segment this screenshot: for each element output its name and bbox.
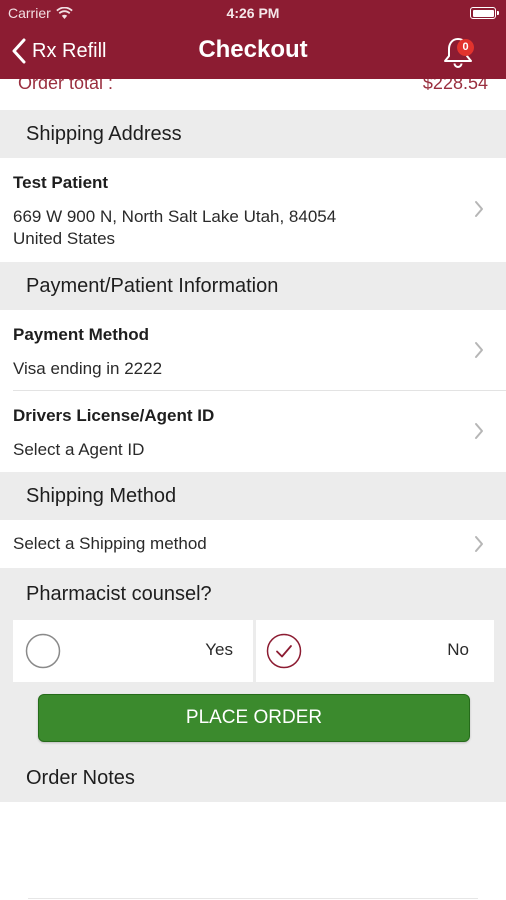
counsel-yes-label: Yes	[205, 640, 233, 659]
pharmacist-counsel-label: Pharmacist counsel?	[26, 582, 212, 605]
bottom-divider	[28, 898, 478, 899]
payment-header-label: Payment/Patient Information	[26, 274, 279, 297]
drivers-license-row[interactable]: Drivers License/Agent ID Select a Agent …	[0, 391, 506, 472]
payment-header: Payment/Patient Information	[0, 262, 506, 310]
counsel-yes-option[interactable]: Yes	[13, 620, 253, 682]
notification-badge: 0	[457, 39, 474, 56]
status-bar: Carrier 4:26 PM	[0, 0, 506, 26]
shipping-address-header: Shipping Address	[0, 110, 506, 158]
address-line-2: United States	[13, 229, 116, 248]
pharmacist-counsel-header: Pharmacist counsel?	[0, 568, 506, 620]
drivers-license-value: Select a Agent ID	[13, 440, 145, 459]
order-total-row: Order total : $228.54	[0, 79, 506, 109]
chevron-right-icon	[475, 201, 483, 217]
order-notes-header-label: Order Notes	[26, 766, 135, 789]
payment-method-label: Payment Method	[13, 325, 150, 344]
radio-checked-icon	[266, 633, 302, 669]
shipping-method-value: Select a Shipping method	[13, 534, 207, 553]
drivers-license-label: Drivers License/Agent ID	[13, 406, 215, 425]
back-button-label: Rx Refill	[32, 39, 107, 62]
shipping-method-header-label: Shipping Method	[26, 484, 177, 507]
counsel-no-option[interactable]: No	[256, 620, 494, 682]
shipping-method-row[interactable]: Select a Shipping method	[0, 520, 506, 568]
battery-icon	[470, 7, 499, 19]
patient-name: Test Patient	[13, 173, 109, 192]
place-order-button[interactable]: PLACE ORDER	[38, 694, 470, 742]
shipping-address-row[interactable]: Test Patient 669 W 900 N, North Salt Lak…	[0, 158, 506, 261]
chevron-right-icon	[475, 423, 483, 439]
order-notes-header: Order Notes	[0, 754, 506, 802]
status-time: 4:26 PM	[226, 5, 280, 21]
shipping-method-header: Shipping Method	[0, 472, 506, 520]
address-line-1: 669 W 900 N, North Salt Lake Utah, 84054	[13, 207, 337, 226]
radio-unchecked-icon	[25, 633, 61, 669]
chevron-right-icon	[475, 342, 483, 358]
back-button[interactable]: Rx Refill	[12, 36, 106, 66]
counsel-no-label: No	[447, 640, 469, 659]
order-total-value: $228.54	[422, 79, 488, 93]
chevron-left-icon	[12, 38, 26, 64]
order-total-label: Order total :	[18, 79, 114, 93]
payment-method-row[interactable]: Payment Method Visa ending in 2222	[0, 310, 506, 390]
shipping-address-header-label: Shipping Address	[26, 122, 182, 145]
payment-method-value: Visa ending in 2222	[13, 359, 163, 378]
notifications-button[interactable]: 0	[442, 34, 482, 70]
navigation-bar: Carrier 4:26 PM Rx Refill Checkout 0	[0, 0, 506, 79]
chevron-right-icon	[475, 536, 483, 552]
order-notes-field[interactable]	[0, 802, 506, 898]
